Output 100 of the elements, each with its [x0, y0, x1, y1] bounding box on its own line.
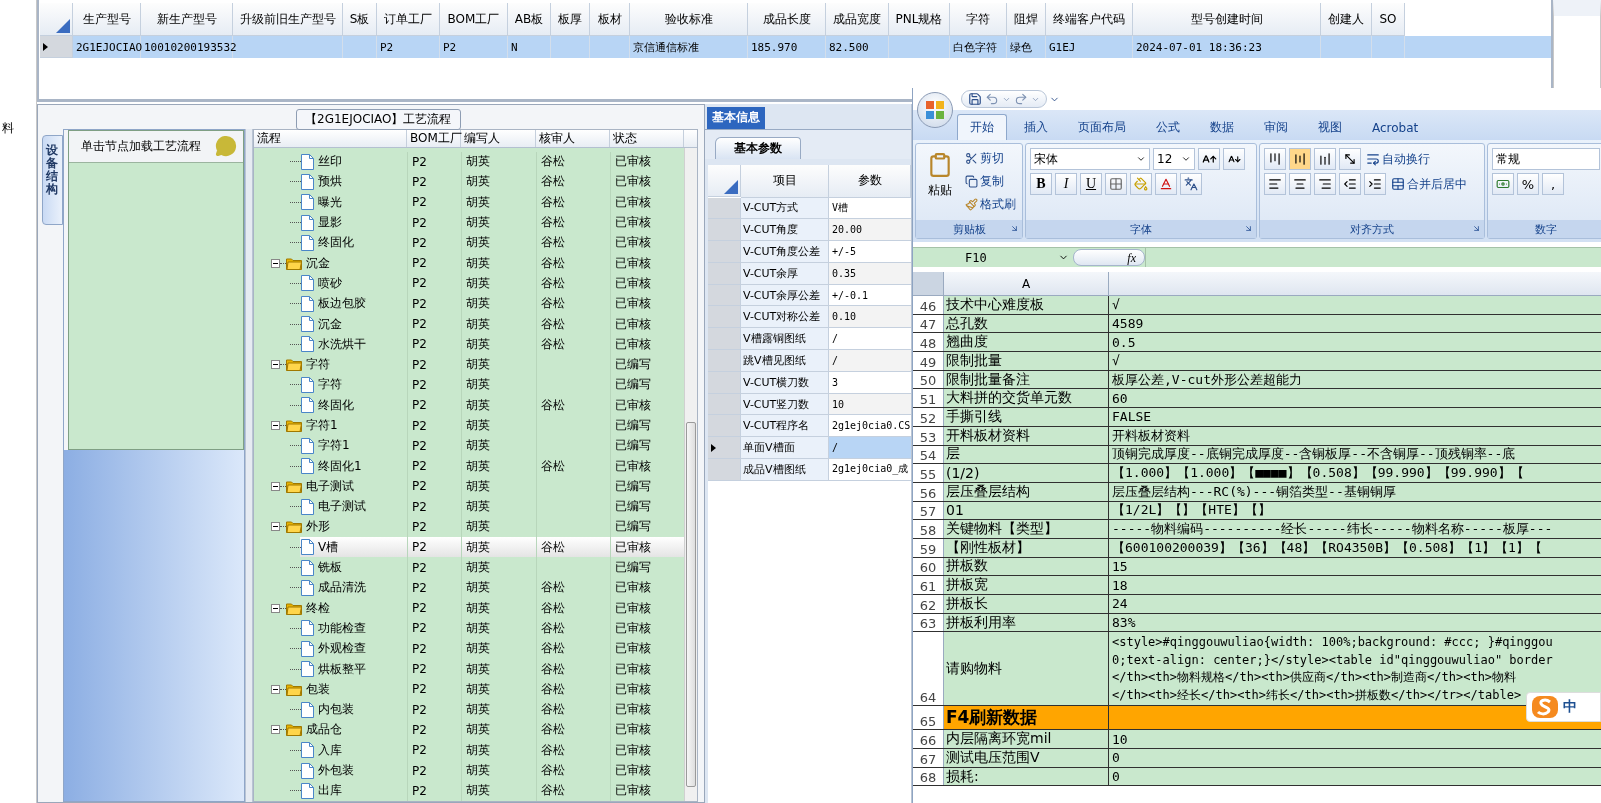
- column-header[interactable]: 参数: [829, 164, 911, 198]
- column-header[interactable]: 新生产型号: [141, 3, 233, 36]
- params-tab[interactable]: 基本参数: [715, 136, 801, 159]
- column-header[interactable]: 阻焊: [1007, 3, 1046, 36]
- merge-center-button[interactable]: 合并后居中: [1389, 174, 1469, 194]
- tree-row[interactable]: 终固化1 P2 胡英 谷松 已审核: [254, 455, 684, 477]
- grid-row[interactable]: 2G1EJOCIAO 10010200193532 P2 P2 N 京信通信标准 185.970 82.500 白色字符 绿色 G1EJ 2024-07-01 18:36:23: [40, 36, 1551, 58]
- param-row[interactable]: V-CUT竖刀数 10: [708, 393, 911, 416]
- column-header[interactable]: 板厚: [551, 3, 590, 36]
- copy-button[interactable]: 复制: [963, 171, 1018, 191]
- tree-row[interactable]: 铣板 P2 胡英 已编写: [254, 557, 684, 578]
- tree-row[interactable]: 电子测试 P2 胡英 已编写: [254, 476, 684, 497]
- currency-button[interactable]: [1492, 173, 1514, 195]
- ribbon-tab[interactable]: Acrobat: [1359, 114, 1432, 140]
- font-size-field[interactable]: 12: [1153, 148, 1195, 170]
- tree-row[interactable]: 板边包胶 P2 胡英 谷松 已审核: [254, 293, 684, 314]
- launcher-icon[interactable]: [1010, 224, 1019, 233]
- column-header[interactable]: 升级前旧生产型号: [233, 3, 343, 36]
- splitter-handle[interactable]: [245, 128, 253, 802]
- tree-row[interactable]: 沉金 P2 胡英 谷松 已审核: [254, 253, 684, 274]
- tree-row[interactable]: 丝印 P2 胡英 谷松 已审核: [254, 151, 684, 172]
- decrease-indent-button[interactable]: [1339, 173, 1361, 195]
- column-header[interactable]: 型号创建时间: [1133, 3, 1321, 36]
- font-name-field[interactable]: 宋体: [1030, 148, 1150, 170]
- column-header[interactable]: 字符: [950, 3, 1007, 36]
- scrollbar[interactable]: [684, 147, 697, 801]
- ribbon-tab[interactable]: 页面布局: [1065, 114, 1139, 140]
- ribbon-tab[interactable]: 插入: [1011, 114, 1061, 140]
- tree-row[interactable]: 入库 P2 胡英 谷松 已审核: [254, 740, 684, 761]
- grid-corner[interactable]: [708, 164, 741, 197]
- collapse-toggle[interactable]: [271, 360, 280, 370]
- info-tab[interactable]: 基本信息: [707, 106, 765, 129]
- column-header[interactable]: 验收标准: [630, 3, 748, 36]
- collapse-toggle[interactable]: [271, 603, 280, 613]
- font-style-button[interactable]: B: [1030, 173, 1052, 195]
- phonetic-button[interactable]: [1180, 173, 1202, 195]
- column-header[interactable]: 创建人: [1321, 3, 1372, 36]
- column-header[interactable]: 成品长度: [748, 3, 826, 36]
- param-row[interactable]: V-CUT对称公差 0.10: [708, 306, 911, 329]
- column-header[interactable]: BOM工厂: [440, 3, 508, 36]
- tree-row[interactable]: 曝光 P2 胡英 谷松 已审核: [254, 192, 684, 213]
- wrap-text-button[interactable]: 自动换行: [1364, 149, 1432, 169]
- param-row[interactable]: 单面V槽面 /: [708, 437, 911, 460]
- percent-button[interactable]: %: [1517, 173, 1539, 195]
- tree-row[interactable]: 内包装 P2 胡英 谷松 已审核: [254, 699, 684, 720]
- tree-row[interactable]: 功能检查 P2 胡英 谷松 已审核: [254, 618, 684, 639]
- tree-row[interactable]: 外观检查 P2 胡英 谷松 已审核: [254, 638, 684, 659]
- font-style-button[interactable]: I: [1055, 173, 1077, 195]
- cut-button[interactable]: 剪切: [963, 148, 1018, 168]
- column-header[interactable]: 订单工厂: [377, 3, 440, 36]
- tree-row[interactable]: 字符 P2 胡英 已编写: [254, 374, 684, 396]
- column-header[interactable]: BOM工厂: [407, 129, 461, 147]
- vertical-align-button[interactable]: [1264, 148, 1286, 170]
- format-painter-button[interactable]: 格式刷: [963, 194, 1018, 214]
- grow-font-button[interactable]: [1198, 148, 1220, 170]
- collapse-toggle[interactable]: [271, 481, 280, 491]
- comma-button[interactable]: ,: [1542, 173, 1564, 195]
- column-header[interactable]: 成品宽度: [826, 3, 889, 36]
- column-header[interactable]: 生产型号: [73, 3, 141, 36]
- column-header[interactable]: A: [944, 272, 1109, 295]
- align-left-button[interactable]: [1264, 173, 1286, 195]
- column-header[interactable]: 终端客户代码: [1046, 3, 1133, 36]
- tree-row[interactable]: 字符 P2 胡英 已编写: [254, 354, 684, 375]
- tree-row[interactable]: 成品仓 P2 胡英 谷松 已审核: [254, 719, 684, 741]
- orientation-button[interactable]: [1339, 148, 1361, 170]
- ribbon-tab[interactable]: 公式: [1143, 114, 1193, 140]
- column-header[interactable]: 状态: [610, 129, 684, 147]
- ribbon-tab[interactable]: 视图: [1305, 114, 1355, 140]
- collapse-toggle[interactable]: [271, 258, 280, 268]
- param-row[interactable]: V-CUT方式 V槽: [708, 197, 911, 220]
- tree-row[interactable]: 显影 P2 胡英 谷松 已审核: [254, 212, 684, 233]
- tree-row[interactable]: 电子测试 P2 胡英 已编写: [254, 496, 684, 517]
- tree-row[interactable]: 成品清洗 P2 胡英 谷松 已审核: [254, 577, 684, 599]
- ribbon-tab[interactable]: 审阅: [1251, 114, 1301, 140]
- vertical-align-button[interactable]: [1289, 148, 1311, 170]
- param-row[interactable]: V-CUT程序名 2g1ej0cia0.CS: [708, 415, 911, 438]
- align-right-button[interactable]: [1314, 173, 1336, 195]
- column-header[interactable]: S板: [343, 3, 377, 36]
- column-header[interactable]: 核审人: [536, 129, 610, 147]
- collapse-toggle[interactable]: [271, 725, 280, 735]
- row-header[interactable]: [40, 36, 73, 58]
- tree-row[interactable]: 烘板整平 P2 胡英 谷松 已审核: [254, 658, 684, 680]
- launcher-icon[interactable]: [1472, 224, 1481, 233]
- tree-row[interactable]: 喷砂 P2 胡英 谷松 已审核: [254, 273, 684, 294]
- column-header[interactable]: PNL规格: [889, 3, 950, 36]
- column-header[interactable]: 编写人: [461, 129, 536, 147]
- name-box[interactable]: F10: [913, 250, 1073, 265]
- tree-row[interactable]: 沉金 P2 胡英 谷松 已审核: [254, 313, 684, 335]
- insert-function-button[interactable]: fx: [1073, 249, 1145, 266]
- collapse-toggle[interactable]: [271, 684, 280, 694]
- tree-row[interactable]: 水洗烘干 P2 胡英 谷松 已审核: [254, 334, 684, 355]
- align-center-button[interactable]: [1289, 173, 1311, 195]
- param-row[interactable]: V-CUT余厚公差 +/-0.1: [708, 284, 911, 307]
- param-row[interactable]: V-CUT横刀数 3: [708, 371, 911, 394]
- save-icon[interactable]: [968, 92, 982, 106]
- borders-button[interactable]: [1105, 173, 1127, 195]
- param-row[interactable]: V槽露铜图纸 /: [708, 328, 911, 351]
- param-row[interactable]: V-CUT角度公差 +/-5: [708, 241, 911, 263]
- ime-indicator[interactable]: 中: [1526, 692, 1601, 722]
- tree-row[interactable]: 终检 P2 胡英 谷松 已审核: [254, 598, 684, 619]
